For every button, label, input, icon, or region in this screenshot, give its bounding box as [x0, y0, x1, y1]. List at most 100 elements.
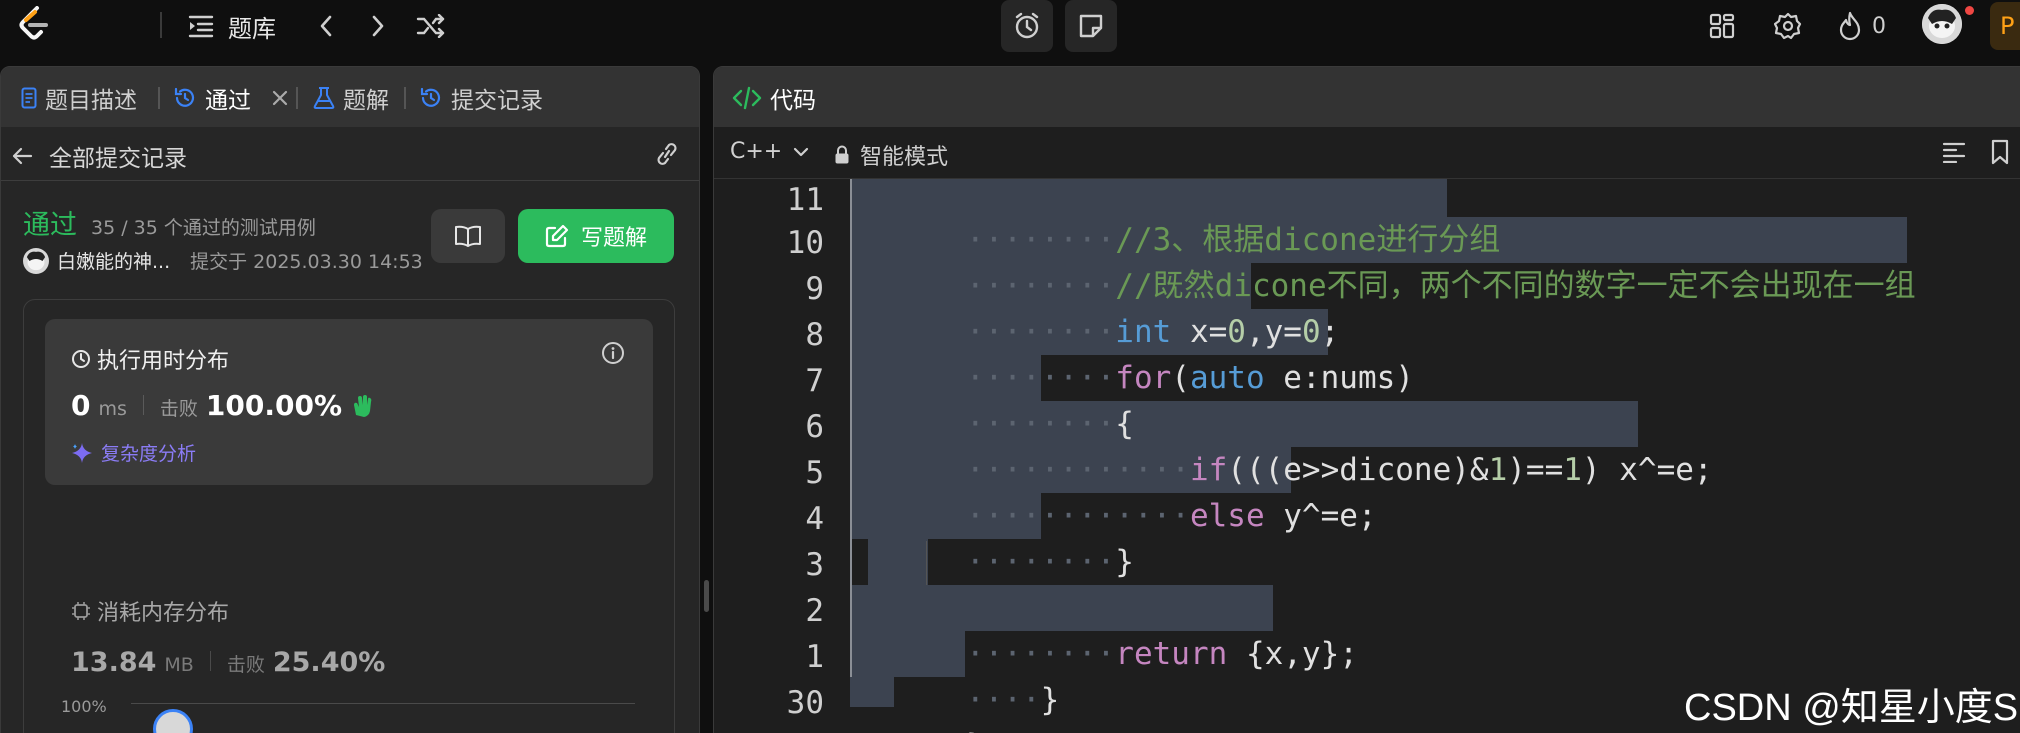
tab-solutions[interactable]: 题解: [313, 81, 389, 115]
complexity-analysis-link[interactable]: 复杂度分析: [71, 439, 196, 466]
copy-link-button[interactable]: [653, 141, 681, 167]
memory-card[interactable]: 消耗内存分布 13.84 MB 击败 25.40%: [45, 503, 653, 683]
code-text: {x,y};: [1227, 636, 1358, 672]
csdn-watermark: CSDN @知星小度S: [1684, 687, 2019, 729]
submission-panel: 题目描述 通过 题解 提交记录 全部提交记录 通过 35 / 35 个通过的测试…: [0, 66, 700, 733]
line-number: 8: [805, 317, 824, 353]
tab-code-label: 代码: [770, 88, 816, 114]
leetcode-logo-icon: [19, 6, 48, 40]
code-line: ············if(((e>>dicone)&1)==1) x^=e;: [965, 452, 1713, 488]
timer-button[interactable]: [1001, 0, 1053, 52]
streak-count: 0: [1872, 13, 1886, 39]
fire-icon: [1839, 11, 1861, 41]
premium-button[interactable]: P: [1990, 2, 2020, 50]
user-avatar-icon: [23, 247, 49, 274]
line-number: 11: [786, 182, 824, 218]
problem-list-label: 题库: [228, 14, 276, 43]
back-button[interactable]: 全部提交记录: [11, 139, 187, 173]
username[interactable]: 白嫩能的神...: [57, 247, 170, 274]
code-text: }: [1115, 544, 1134, 580]
code-line: ········return {x,y};: [965, 636, 1358, 672]
flask-icon: [313, 87, 335, 109]
write-solution-button[interactable]: 写题解: [518, 209, 674, 263]
line-number: 7: [805, 363, 824, 399]
runtime-beats-value: 100.00%: [205, 389, 343, 422]
code-panel: 代码 C++ 智能模式 11 10 9 8 7 6 5 4 3 2 1 30 ·…: [713, 66, 2020, 733]
chip-icon: [72, 602, 90, 620]
submit-time: 提交于 2025.03.30 14:53: [190, 251, 423, 273]
tab-divider: [158, 87, 160, 109]
random-problem-button[interactable]: [414, 10, 448, 42]
notification-dot: [1965, 6, 1974, 15]
runtime-title: 执行用时分布: [71, 343, 229, 375]
runtime-info-button[interactable]: [601, 341, 625, 365]
tab-submissions[interactable]: 提交记录: [419, 81, 543, 115]
code-editor[interactable]: 11 10 9 8 7 6 5 4 3 2 1 30 ········//3、根…: [714, 179, 2020, 733]
code-line: ········int x=0,y=0;: [965, 314, 1340, 350]
streak-counter[interactable]: 0: [1838, 10, 1886, 42]
divider: [160, 12, 162, 38]
tab-divider: [296, 87, 298, 109]
chevron-right-icon: [372, 15, 384, 37]
runtime-stats: 0 ms 击败 100.00%: [71, 389, 376, 422]
bookmark-button[interactable]: [1990, 139, 2010, 165]
layout-button[interactable]: [1706, 10, 1738, 42]
grid-layout-icon: [1709, 13, 1735, 39]
submission-meta: 白嫩能的神... 提交于 2025.03.30 14:53: [23, 247, 423, 274]
submission-breadcrumb: 全部提交记录: [1, 127, 699, 181]
view-editorial-button[interactable]: [431, 209, 505, 263]
next-problem-button[interactable]: [362, 10, 394, 42]
indent-guide: [850, 179, 852, 677]
complexity-analysis-label: 复杂度分析: [101, 443, 197, 465]
code-number: 1: [1563, 452, 1582, 488]
smart-mode-toggle[interactable]: 智能模式: [834, 139, 948, 171]
clap-icon: [354, 394, 372, 417]
close-icon[interactable]: [271, 89, 289, 107]
chevron-down-icon: [794, 147, 809, 156]
notes-button[interactable]: [1065, 0, 1117, 52]
line-number: 5: [805, 455, 824, 491]
testcase-summary: 35 / 35 个通过的测试用例: [91, 217, 316, 239]
tab-description[interactable]: 题目描述: [21, 81, 137, 115]
status-accepted: 通过: [23, 210, 77, 241]
prev-problem-button[interactable]: [310, 10, 342, 42]
problem-list-button[interactable]: 题库: [188, 10, 276, 43]
language-label: C++: [730, 139, 783, 164]
leetcode-logo[interactable]: [16, 6, 52, 42]
settings-button[interactable]: [1772, 10, 1804, 42]
code-line: ········//既然dicone不同，两个不同的数字一定不会出现在一组: [965, 268, 1916, 304]
chevron-left-icon: [320, 15, 332, 37]
tab-accepted[interactable]: 通过: [173, 81, 289, 115]
code-icon: [732, 86, 762, 110]
history-icon: [420, 87, 441, 107]
premium-label: P: [2000, 12, 2015, 40]
format-code-button[interactable]: [1942, 141, 1966, 163]
align-left-icon: [1942, 142, 1966, 163]
code-text: e:nums): [1264, 360, 1414, 396]
left-tab-bar: 题目描述 通过 题解 提交记录: [1, 67, 699, 127]
code-line: ········{: [965, 406, 1134, 442]
panel-resize-handle[interactable]: [704, 580, 709, 612]
code-line: ············else y^=e;: [965, 498, 1377, 534]
clock-icon: [72, 350, 90, 368]
avatar[interactable]: [1922, 4, 1962, 44]
line-number: 3: [805, 547, 824, 583]
note-icon: [1079, 14, 1103, 38]
tab-divider: [404, 87, 406, 109]
write-solution-label: 写题解: [580, 226, 647, 251]
code-text: }: [966, 728, 985, 733]
top-navbar: 题库 0 P: [0, 0, 2020, 62]
user-avatar-small[interactable]: [23, 247, 49, 274]
tab-code[interactable]: 代码: [732, 81, 816, 115]
gear-icon: [1774, 12, 1802, 40]
language-select[interactable]: C++: [730, 139, 810, 164]
lock-icon: [835, 145, 849, 164]
runtime-card[interactable]: 执行用时分布 0 ms 击败 100.00% 复杂度分析: [45, 319, 653, 485]
alarm-clock-icon: [1015, 12, 1039, 39]
arrow-left-icon: [12, 147, 33, 165]
memory-title: 消耗内存分布: [71, 595, 229, 627]
code-text: (: [1171, 360, 1190, 396]
line-number: 4: [805, 501, 824, 537]
memory-title-label: 消耗内存分布: [97, 601, 230, 626]
runtime-unit: ms: [98, 398, 127, 420]
